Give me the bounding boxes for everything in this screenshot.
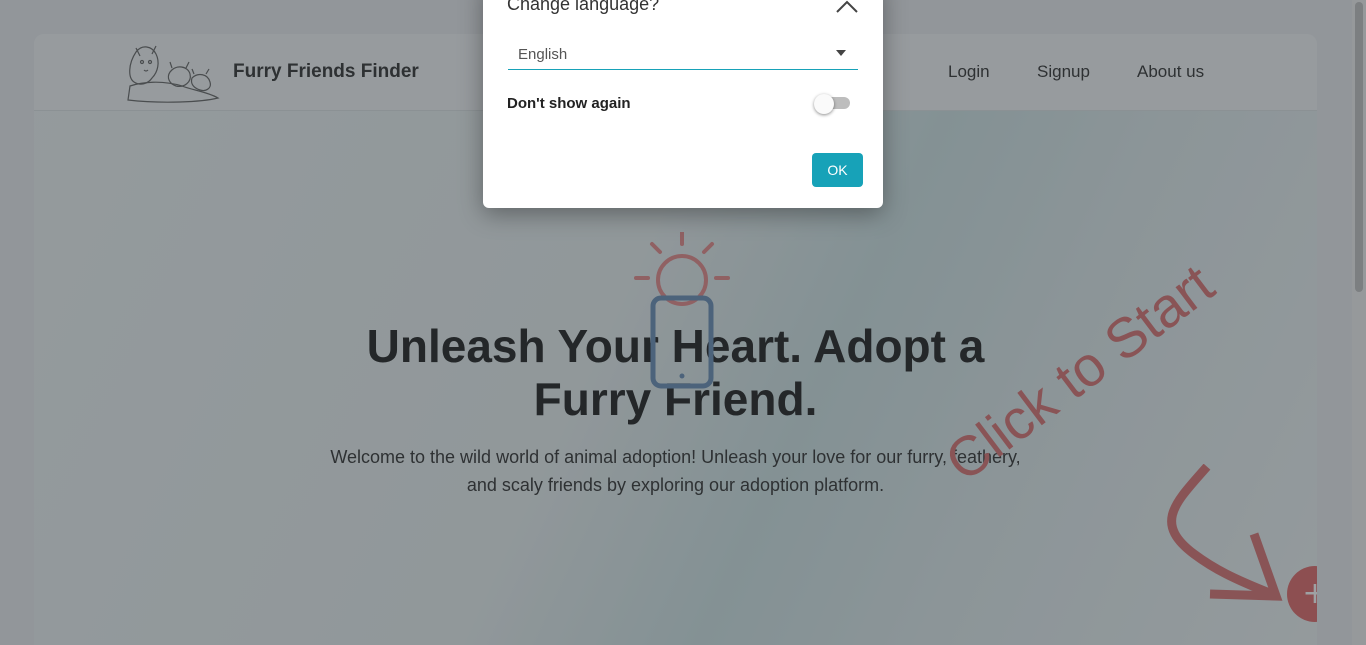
- toggle-knob[interactable]: [814, 94, 834, 114]
- caret-down-icon: [836, 50, 846, 56]
- change-language-dialog: Change language? English Don't show agai…: [483, 0, 883, 208]
- language-select-value: English: [518, 46, 568, 63]
- dont-show-again-toggle[interactable]: [814, 94, 850, 114]
- chevron-up-icon[interactable]: [833, 0, 861, 22]
- ok-button[interactable]: OK: [812, 153, 863, 187]
- dialog-title: Change language?: [507, 0, 660, 14]
- dont-show-again-label: Don't show again: [507, 95, 631, 112]
- language-select[interactable]: English: [508, 40, 858, 70]
